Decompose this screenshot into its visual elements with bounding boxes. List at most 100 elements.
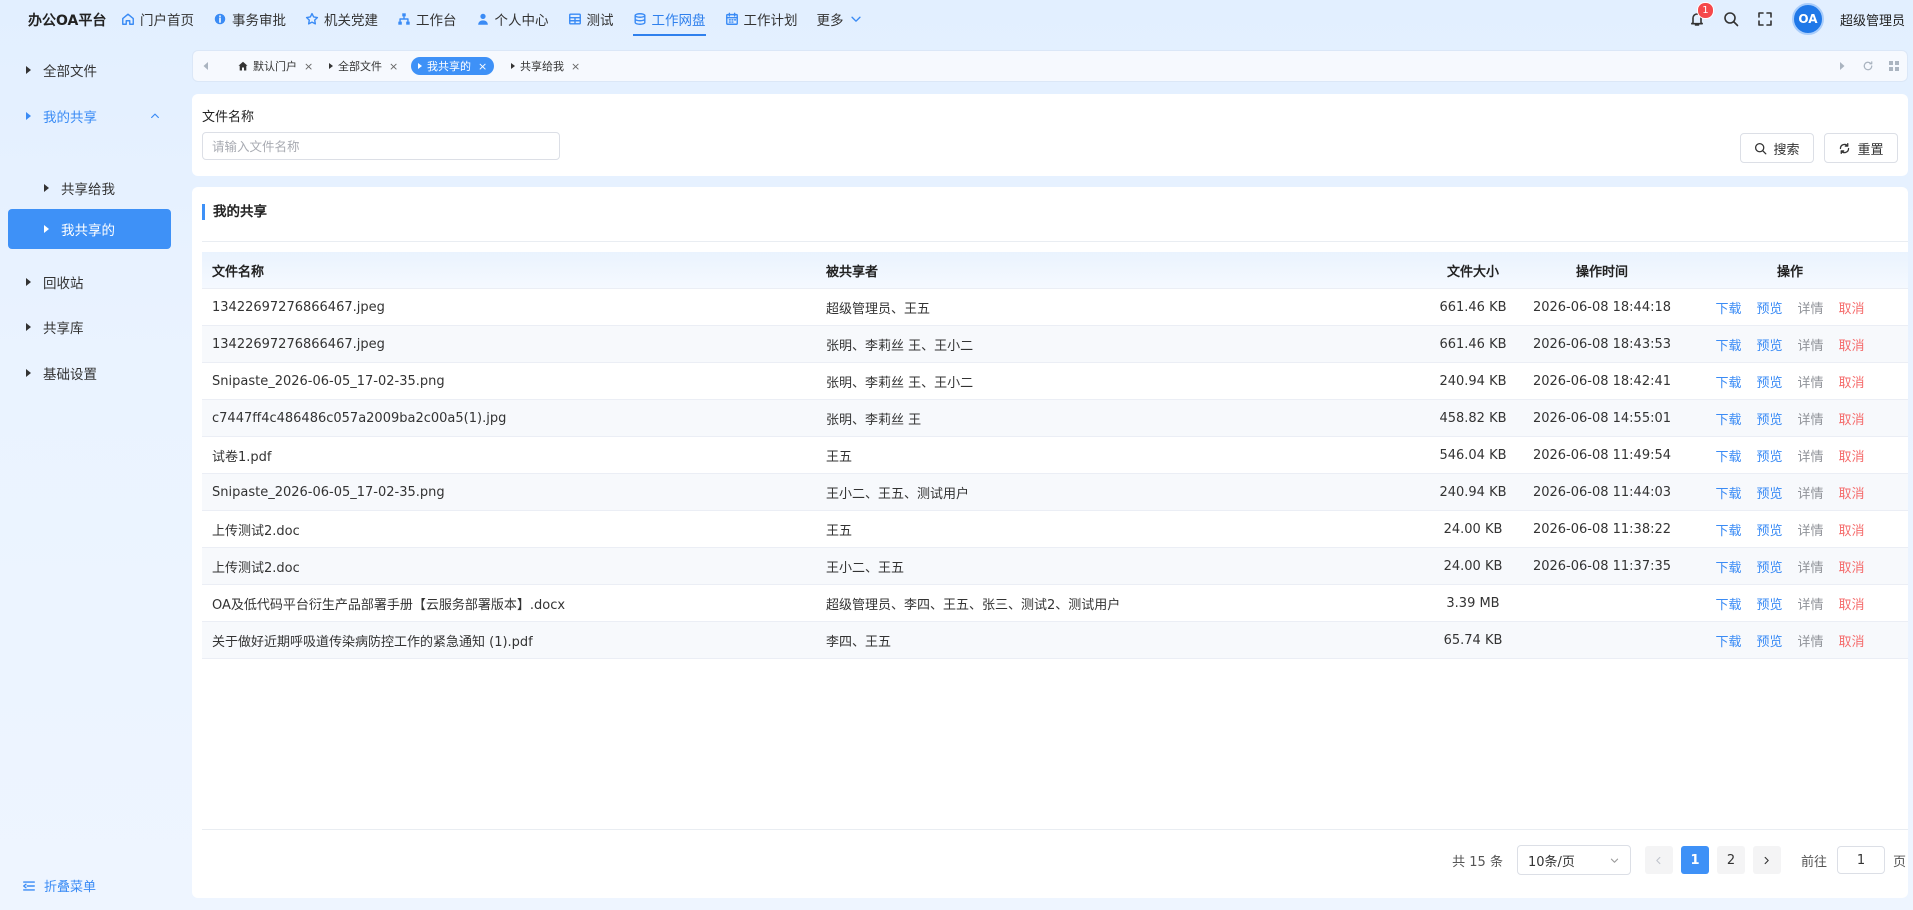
sidebar-item-i-shared[interactable]: 我共享的 xyxy=(8,209,171,249)
tabs-scroll-left-button[interactable] xyxy=(193,51,219,81)
download-link[interactable]: 下载 xyxy=(1715,520,1741,539)
column-header-time[interactable]: 操作时间 xyxy=(1532,261,1672,280)
table-row[interactable]: OA及低代码平台衍生产品部署手册【云服务部署版本】.docx 超级管理员、李四、王… xyxy=(202,585,1908,622)
refresh-tab-button[interactable] xyxy=(1855,51,1881,81)
download-link[interactable]: 下载 xyxy=(1715,335,1741,354)
detail-link[interactable]: 详情 xyxy=(1798,594,1824,613)
nav-item-plan[interactable]: 工作计划 xyxy=(725,0,798,38)
column-header-name[interactable]: 文件名称 xyxy=(202,261,814,280)
table-row[interactable]: 13422697276866467.jpeg 张明、李莉丝 王、王小二 661.46… xyxy=(202,326,1908,363)
tab-menu-button[interactable] xyxy=(1881,51,1907,81)
table-row[interactable]: c7447ff4c486486c057a2009ba2c00a5(1).jpg 张… xyxy=(202,400,1908,437)
preview-link[interactable]: 预览 xyxy=(1756,298,1782,317)
download-link[interactable]: 下载 xyxy=(1715,557,1741,576)
sidebar-item-shared-library[interactable]: 共享库 xyxy=(8,307,171,347)
nav-item-party[interactable]: 机关党建 xyxy=(305,0,378,38)
download-link[interactable]: 下载 xyxy=(1715,594,1741,613)
fullscreen-button[interactable] xyxy=(1754,8,1776,30)
nav-item-cloud-drive[interactable]: 工作网盘 xyxy=(632,0,706,38)
detail-link[interactable]: 详情 xyxy=(1798,409,1824,428)
table-row[interactable]: 试卷1.pdf 王五 546.04 KB 2026-06-08 11:49:54 下载预… xyxy=(202,437,1908,474)
search-button[interactable]: 搜索 xyxy=(1740,133,1814,163)
detail-link[interactable]: 详情 xyxy=(1798,372,1824,391)
goto-page-input[interactable] xyxy=(1836,846,1885,874)
download-link[interactable]: 下载 xyxy=(1715,372,1741,391)
cancel-share-link[interactable]: 取消 xyxy=(1839,335,1865,354)
user-name[interactable]: 超级管理员 xyxy=(1840,10,1905,29)
preview-link[interactable]: 预览 xyxy=(1756,520,1782,539)
column-header-size[interactable]: 文件大小 xyxy=(1414,261,1532,280)
preview-link[interactable]: 预览 xyxy=(1756,335,1782,354)
page-button-2[interactable]: 2 xyxy=(1716,846,1745,874)
page-button-1[interactable]: 1 xyxy=(1680,846,1709,874)
sidebar-item-shared-with-me[interactable]: 共享给我 xyxy=(8,168,171,208)
reset-button[interactable]: 重置 xyxy=(1824,133,1898,163)
nav-item-personal[interactable]: 个人中心 xyxy=(476,0,549,38)
preview-link[interactable]: 预览 xyxy=(1756,594,1782,613)
table-row[interactable]: 上传测试2.doc 王小二、王五 24.00 KB 2026-06-08 11:37:… xyxy=(202,548,1908,585)
nav-item-test[interactable]: 测试 xyxy=(568,0,614,38)
close-icon[interactable]: × xyxy=(571,60,580,73)
download-link[interactable]: 下载 xyxy=(1715,298,1741,317)
detail-link[interactable]: 详情 xyxy=(1798,446,1824,465)
tabs-scroll-right-button[interactable] xyxy=(1829,51,1855,81)
detail-link[interactable]: 详情 xyxy=(1798,520,1824,539)
tab-all-files[interactable]: 全部文件 × xyxy=(322,57,405,75)
cancel-share-link[interactable]: 取消 xyxy=(1839,594,1865,613)
table-row[interactable]: 上传测试2.doc 王五 24.00 KB 2026-06-08 11:38:22 下载… xyxy=(202,511,1908,548)
sidebar-item-basic-settings[interactable]: 基础设置 xyxy=(8,353,171,393)
cancel-share-link[interactable]: 取消 xyxy=(1839,409,1865,428)
next-page-button[interactable] xyxy=(1752,846,1781,874)
table-row[interactable]: Snipaste_2026-06-05_17-02-35.png 王小二、王五、测… xyxy=(202,474,1908,511)
cancel-share-link[interactable]: 取消 xyxy=(1839,631,1865,650)
detail-link[interactable]: 详情 xyxy=(1798,483,1824,502)
cancel-share-link[interactable]: 取消 xyxy=(1839,520,1865,539)
close-icon[interactable]: × xyxy=(304,60,313,73)
column-header-sharer[interactable]: 被共享者 xyxy=(814,261,1414,280)
download-link[interactable]: 下载 xyxy=(1715,631,1741,650)
preview-link[interactable]: 预览 xyxy=(1756,483,1782,502)
detail-link[interactable]: 详情 xyxy=(1798,335,1824,354)
detail-link[interactable]: 详情 xyxy=(1798,631,1824,650)
close-icon[interactable]: × xyxy=(389,60,398,73)
database-icon xyxy=(633,12,647,26)
nav-item-more[interactable]: 更多 xyxy=(817,0,863,38)
preview-link[interactable]: 预览 xyxy=(1756,372,1782,391)
nav-label: 个人中心 xyxy=(494,13,549,29)
preview-link[interactable]: 预览 xyxy=(1756,557,1782,576)
cancel-share-link[interactable]: 取消 xyxy=(1839,557,1865,576)
file-name-input[interactable] xyxy=(202,132,560,160)
download-link[interactable]: 下载 xyxy=(1715,446,1741,465)
collapse-menu-button[interactable]: 折叠菜单 xyxy=(22,876,96,895)
prev-page-button[interactable] xyxy=(1644,846,1673,874)
download-link[interactable]: 下载 xyxy=(1715,409,1741,428)
preview-link[interactable]: 预览 xyxy=(1756,409,1782,428)
avatar[interactable]: OA xyxy=(1791,3,1824,35)
tab-i-shared[interactable]: 我共享的 × xyxy=(411,57,495,75)
cancel-share-link[interactable]: 取消 xyxy=(1839,446,1865,465)
detail-link[interactable]: 详情 xyxy=(1798,298,1824,317)
table-row[interactable]: 关于做好近期呼吸道传染病防控工作的紧急通知 (1).pdf 李四、王五 65.74 … xyxy=(202,622,1908,659)
user-icon xyxy=(476,12,490,26)
cancel-share-link[interactable]: 取消 xyxy=(1839,298,1865,317)
table-row[interactable]: 13422697276866467.jpeg 超级管理员、王五 661.46 KB 2… xyxy=(202,289,1908,326)
global-search-button[interactable] xyxy=(1720,8,1742,30)
sidebar-item-all-files[interactable]: 全部文件 xyxy=(8,50,171,90)
sidebar-item-my-shares[interactable]: 我的共享 xyxy=(8,96,171,136)
detail-link[interactable]: 详情 xyxy=(1798,557,1824,576)
nav-item-workbench[interactable]: 工作台 xyxy=(397,0,457,38)
sidebar-item-recycle-bin[interactable]: 回收站 xyxy=(8,262,171,302)
nav-item-portal[interactable]: 门户首页 xyxy=(121,0,194,38)
tab-default-portal[interactable]: 默认门户 × xyxy=(231,57,320,75)
cancel-share-link[interactable]: 取消 xyxy=(1839,372,1865,391)
table-row[interactable]: Snipaste_2026-06-05_17-02-35.png 张明、李莉丝 王… xyxy=(202,363,1908,400)
close-icon[interactable]: × xyxy=(478,60,487,73)
notification-button[interactable]: 1 xyxy=(1686,2,1714,30)
preview-link[interactable]: 预览 xyxy=(1756,631,1782,650)
nav-item-approval[interactable]: 事务审批 xyxy=(213,0,286,38)
page-size-select[interactable]: 10条/页 xyxy=(1516,845,1631,875)
tab-shared-with-me[interactable]: 共享给我 × xyxy=(504,57,587,75)
cancel-share-link[interactable]: 取消 xyxy=(1839,483,1865,502)
download-link[interactable]: 下载 xyxy=(1715,483,1741,502)
preview-link[interactable]: 预览 xyxy=(1756,446,1782,465)
